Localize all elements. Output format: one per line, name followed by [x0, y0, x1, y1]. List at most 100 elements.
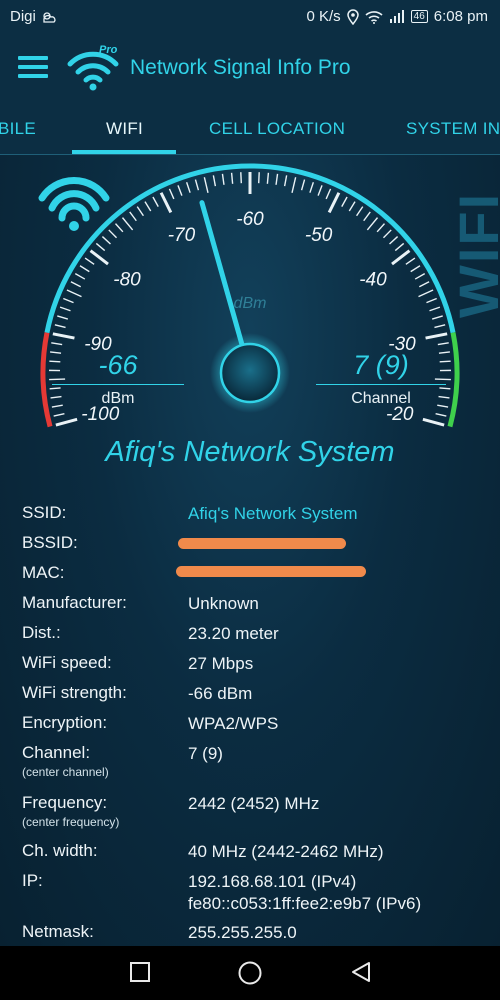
- gauge-tick: [70, 281, 82, 288]
- gauge-tick: [363, 211, 371, 222]
- signal-underline: [52, 384, 184, 385]
- gauge-tick: [129, 211, 137, 222]
- width-label: Ch. width:: [22, 841, 98, 860]
- gauge-tick: [376, 223, 386, 233]
- gauge-tick: [159, 192, 173, 214]
- signal-value: -66: [98, 350, 138, 380]
- gauge-tick: [74, 273, 86, 280]
- manufacturer-value: Unknown: [188, 594, 259, 613]
- tab-cell-location[interactable]: CELL LOCATION: [209, 119, 345, 139]
- gauge-tick: [437, 342, 449, 346]
- gauge-tick: [54, 324, 66, 329]
- ip-value: 192.168.68.101 (IPv4) fe80::c053:1ff:fee…: [188, 872, 422, 913]
- gauge-tick: [177, 185, 183, 196]
- app-logo-wifi-icon: Pro: [67, 44, 119, 91]
- gauge-tick: [300, 179, 306, 191]
- gauge-tick: [317, 185, 323, 196]
- gauge-tick: [95, 242, 106, 252]
- gauge-tick: [356, 206, 364, 217]
- gauge-tick: [59, 306, 71, 312]
- strength-value: -66 dBm: [188, 684, 253, 703]
- gauge-tick: [275, 173, 279, 185]
- manufacturer-label: Manufacturer:: [22, 593, 127, 612]
- mac-redaction: [176, 566, 366, 577]
- system-nav-bar: [0, 946, 500, 1000]
- strength-label: WiFi strength:: [22, 683, 127, 702]
- recents-square-icon[interactable]: [128, 960, 152, 984]
- gauge-tick: [136, 206, 144, 217]
- cell-signal-icon: [389, 10, 404, 23]
- gauge-tick: [101, 236, 111, 245]
- gauge-tick: [266, 172, 270, 184]
- gauge-tick: [366, 217, 379, 231]
- channel-label: Channel:: [22, 743, 91, 762]
- home-circle-icon[interactable]: [237, 960, 263, 986]
- back-triangle-icon[interactable]: [349, 960, 373, 984]
- gauge-tick: [389, 236, 399, 245]
- bssid-label: BSSID:: [22, 533, 78, 552]
- gauge-tick: [435, 413, 447, 417]
- channel-note: (center channel): [22, 765, 109, 779]
- gauge-tick: [258, 172, 260, 184]
- ssid-label: SSID:: [22, 503, 67, 522]
- frequency-value: 2442 (2452) MHz: [188, 794, 320, 813]
- gauge-tick: [418, 289, 434, 298]
- wifi-status-icon: [365, 10, 383, 24]
- gauge-tick: [405, 257, 416, 265]
- channel-unit: Channel: [351, 390, 411, 407]
- gauge-tick: [114, 223, 124, 233]
- app-bar: Pro Network Signal Info Pro: [0, 34, 500, 104]
- gauge-tick: [426, 297, 437, 304]
- distance-value: 23.20 meter: [188, 624, 279, 643]
- gauge-tick: [410, 265, 421, 273]
- gauge-tick: [309, 182, 315, 193]
- gauge-tick: [431, 315, 443, 320]
- tab-wifi[interactable]: WIFI: [106, 119, 143, 139]
- speed-label: WiFi speed:: [22, 653, 112, 672]
- gauge-tick: [185, 182, 191, 193]
- gauge-tick: [429, 306, 441, 312]
- gauge-tick: [240, 172, 242, 184]
- tab-mobile[interactable]: MOBILE: [0, 119, 36, 139]
- gauge-tick: [144, 201, 152, 212]
- gauge-tick: [418, 281, 430, 288]
- mac-label: MAC:: [22, 563, 65, 582]
- gauge-tick: [291, 177, 297, 193]
- cloud-icon: [43, 11, 56, 23]
- gauge-tick: [327, 192, 341, 214]
- gauge-tick: [63, 297, 74, 304]
- signal-unit: dBm: [101, 390, 135, 407]
- gauge-tick: [425, 332, 448, 340]
- gauge-tick: [55, 417, 78, 427]
- gauge-tick: [152, 196, 159, 207]
- gauge-tick: [203, 177, 209, 193]
- bssid-redaction: [178, 538, 346, 549]
- hamburger-menu-icon[interactable]: [18, 56, 48, 80]
- gauge-tick: [382, 229, 392, 239]
- gauge-tick: [212, 175, 217, 187]
- gauge-tick: [194, 179, 200, 191]
- gauge-tick: [283, 175, 288, 187]
- gauge-scale-label: -50: [305, 225, 333, 246]
- gauge-tick: [84, 257, 95, 265]
- channel-reading: 7 (9) Channel: [316, 350, 446, 408]
- tab-system-info[interactable]: SYSTEM INFO: [406, 119, 500, 139]
- channel-info-value: 7 (9): [188, 744, 223, 763]
- width-value: 40 MHz (2442-2462 MHz): [188, 842, 384, 861]
- carrier-label: Digi: [10, 8, 36, 25]
- ssid-value[interactable]: Afiq's Network System: [188, 503, 358, 525]
- gauge-scale-label: -60: [236, 209, 264, 230]
- ip-label: IP:: [22, 871, 43, 890]
- gauge-scale-label: -70: [168, 225, 196, 246]
- gauge-tick: [168, 188, 175, 200]
- battery-icon: 46: [410, 10, 428, 23]
- app-title: Network Signal Info Pro: [130, 56, 351, 79]
- channel-value: 7 (9): [353, 350, 409, 380]
- network-name-heading: Afiq's Network System: [105, 436, 395, 468]
- gauge-unit-label: dBm: [234, 295, 267, 312]
- gauge-tick: [53, 413, 65, 417]
- location-icon: [346, 8, 359, 25]
- frequency-note: (center frequency): [22, 815, 120, 829]
- netmask-label: Netmask:: [22, 922, 94, 941]
- gauge-tick: [121, 217, 134, 231]
